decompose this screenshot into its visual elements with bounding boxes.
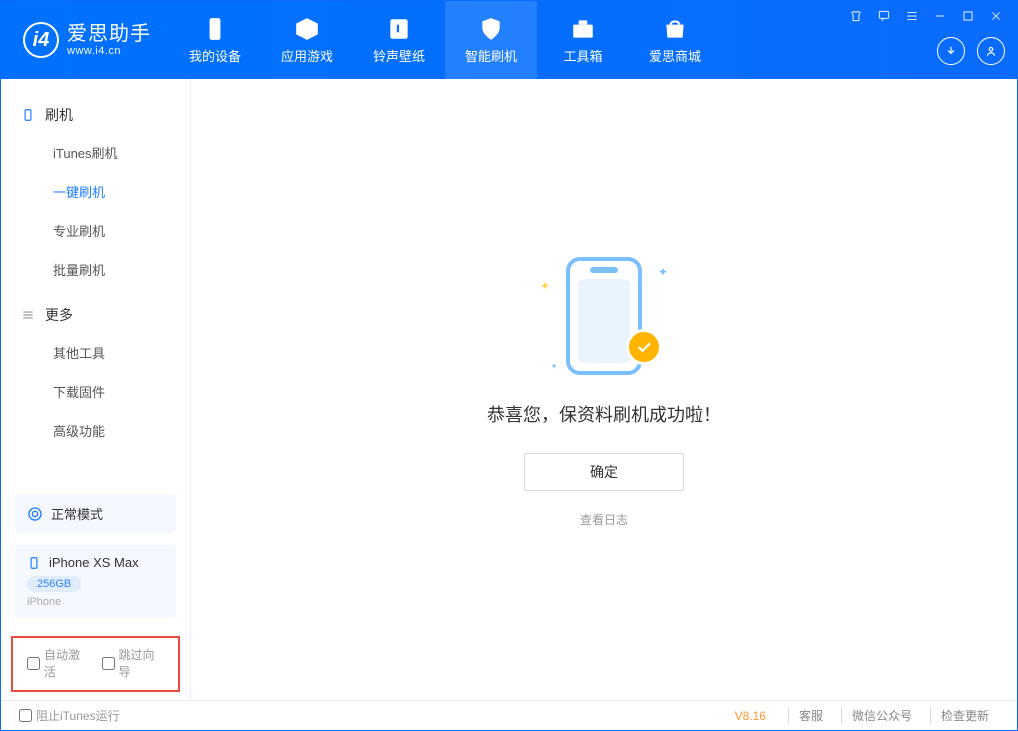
app-name-cn: 爱思助手 bbox=[67, 23, 151, 45]
sidebar-item-advanced[interactable]: 高级功能 bbox=[1, 411, 190, 450]
shield-icon bbox=[478, 16, 504, 42]
sidebar-item-itunes[interactable]: iTunes刷机 bbox=[1, 133, 190, 172]
device-capacity: 256GB bbox=[27, 576, 81, 592]
sparkle-icon: • bbox=[552, 359, 556, 373]
tab-label: 铃声壁纸 bbox=[373, 46, 425, 65]
feedback-icon[interactable] bbox=[875, 7, 893, 25]
body: 刷机 iTunes刷机 一键刷机 专业刷机 批量刷机 更多 其他工具 下载固件 … bbox=[1, 79, 1017, 700]
header-right bbox=[847, 1, 1005, 79]
tab-label: 爱思商城 bbox=[649, 46, 701, 65]
sidebar-item-other[interactable]: 其他工具 bbox=[1, 333, 190, 372]
sidebar-item-batch[interactable]: 批量刷机 bbox=[1, 250, 190, 289]
device-phone-icon bbox=[27, 556, 41, 570]
sidebar-item-oneclick[interactable]: 一键刷机 bbox=[1, 172, 190, 211]
tab-apps[interactable]: 应用游戏 bbox=[261, 1, 353, 79]
sidebar: 刷机 iTunes刷机 一键刷机 专业刷机 批量刷机 更多 其他工具 下载固件 … bbox=[1, 79, 191, 700]
sidebar-flash-section: 刷机 iTunes刷机 一键刷机 专业刷机 批量刷机 bbox=[1, 97, 190, 297]
device-name-row: iPhone XS Max bbox=[27, 555, 164, 570]
checkbox[interactable] bbox=[19, 709, 32, 722]
tab-label: 工具箱 bbox=[563, 46, 602, 65]
window-controls bbox=[847, 7, 1005, 25]
sidebar-item-firmware[interactable]: 下载固件 bbox=[1, 372, 190, 411]
main-content: ✦ ✦ • 恭喜您，保资料刷机成功啦！ 确定 查看日志 bbox=[191, 79, 1017, 700]
footer: 阻止iTunes运行 V8.16 客服 微信公众号 检查更新 bbox=[1, 700, 1017, 730]
check-skip-guide[interactable]: 跳过向导 bbox=[102, 646, 165, 680]
ok-button[interactable]: 确定 bbox=[524, 453, 684, 491]
header-actions bbox=[937, 37, 1005, 65]
sidebar-item-pro[interactable]: 专业刷机 bbox=[1, 211, 190, 250]
toolbox-icon bbox=[570, 16, 596, 42]
check-label: 跳过向导 bbox=[119, 646, 165, 680]
device-detail-box[interactable]: iPhone XS Max 256GB iPhone bbox=[15, 545, 176, 618]
maximize-icon[interactable] bbox=[959, 7, 977, 25]
device-mode-label: 正常模式 bbox=[51, 504, 103, 523]
footer-service-link[interactable]: 客服 bbox=[788, 707, 833, 724]
sidebar-head-flash: 刷机 bbox=[1, 97, 190, 133]
sidebar-head-label: 刷机 bbox=[45, 105, 73, 125]
tab-my-device[interactable]: 我的设备 bbox=[169, 1, 261, 79]
minimize-icon[interactable] bbox=[931, 7, 949, 25]
check-label: 阻止iTunes运行 bbox=[36, 707, 120, 724]
check-badge-icon bbox=[626, 329, 662, 365]
logo-text: 爱思助手 www.i4.cn bbox=[67, 23, 151, 57]
sidebar-head-more: 更多 bbox=[1, 297, 190, 333]
footer-wechat-link[interactable]: 微信公众号 bbox=[841, 707, 922, 724]
main-tabs: 我的设备 应用游戏 铃声壁纸 智能刷机 工具箱 爱思商城 bbox=[169, 1, 721, 79]
menu-icon[interactable] bbox=[903, 7, 921, 25]
tshirt-icon[interactable] bbox=[847, 7, 865, 25]
checkbox[interactable] bbox=[27, 657, 40, 670]
mode-icon bbox=[27, 506, 43, 522]
success-title: 恭喜您，保资料刷机成功啦！ bbox=[487, 401, 721, 427]
tab-label: 我的设备 bbox=[189, 46, 241, 65]
checkbox[interactable] bbox=[102, 657, 115, 670]
view-log-link[interactable]: 查看日志 bbox=[580, 511, 628, 528]
version-label: V8.16 bbox=[735, 709, 766, 723]
list-icon bbox=[21, 308, 35, 322]
tab-label: 智能刷机 bbox=[465, 46, 517, 65]
device-type: iPhone bbox=[27, 596, 164, 608]
check-label: 自动激活 bbox=[44, 646, 90, 680]
sidebar-more-section: 更多 其他工具 下载固件 高级功能 bbox=[1, 297, 190, 458]
sidebar-head-label: 更多 bbox=[45, 305, 73, 325]
sparkle-icon: ✦ bbox=[540, 279, 550, 293]
store-icon bbox=[662, 16, 688, 42]
device-mode-box[interactable]: 正常模式 bbox=[15, 494, 176, 533]
success-illustration: ✦ ✦ • bbox=[534, 251, 674, 381]
bottom-checks-highlighted: 自动激活 跳过向导 bbox=[11, 636, 180, 692]
download-icon[interactable] bbox=[937, 37, 965, 65]
tab-store[interactable]: 爱思商城 bbox=[629, 1, 721, 79]
check-block-itunes[interactable]: 阻止iTunes运行 bbox=[19, 707, 120, 724]
tab-smart-flash[interactable]: 智能刷机 bbox=[445, 1, 537, 79]
app-name-en: www.i4.cn bbox=[67, 45, 151, 57]
cube-icon bbox=[294, 16, 320, 42]
sparkle-icon: ✦ bbox=[658, 265, 668, 279]
device-name: iPhone XS Max bbox=[49, 555, 139, 570]
music-icon bbox=[386, 16, 412, 42]
tab-label: 应用游戏 bbox=[281, 46, 333, 65]
device-icon bbox=[202, 16, 228, 42]
logo-icon: i4 bbox=[23, 22, 59, 58]
footer-update-link[interactable]: 检查更新 bbox=[930, 707, 999, 724]
close-icon[interactable] bbox=[987, 7, 1005, 25]
app-header: i4 爱思助手 www.i4.cn 我的设备 应用游戏 铃声壁纸 智能刷机 工具… bbox=[1, 1, 1017, 79]
logo[interactable]: i4 爱思助手 www.i4.cn bbox=[1, 22, 169, 58]
tab-ringtones[interactable]: 铃声壁纸 bbox=[353, 1, 445, 79]
tab-toolbox[interactable]: 工具箱 bbox=[537, 1, 629, 79]
user-icon[interactable] bbox=[977, 37, 1005, 65]
phone-icon bbox=[21, 108, 35, 122]
check-auto-activate[interactable]: 自动激活 bbox=[27, 646, 90, 680]
